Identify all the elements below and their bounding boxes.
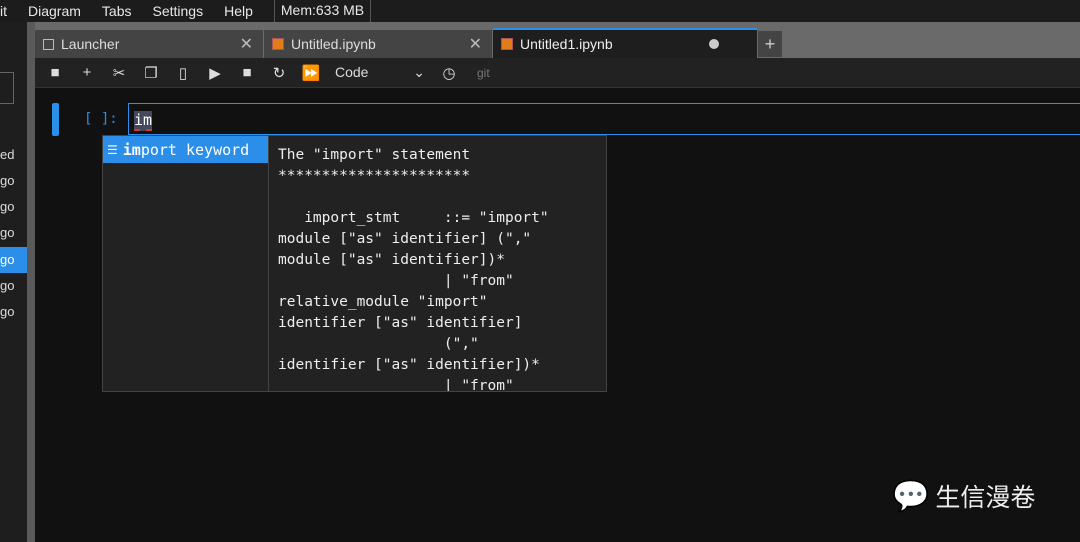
cell-type-select[interactable]: Code ⌄ bbox=[335, 64, 425, 81]
close-icon[interactable]: ✕ bbox=[469, 34, 482, 54]
chevron-down-icon: ⌄ bbox=[413, 64, 425, 80]
file-item[interactable]: go bbox=[0, 220, 27, 246]
run-all-icon[interactable]: ⏩ bbox=[295, 64, 327, 82]
file-browser: ed go go go go go go bbox=[0, 22, 27, 542]
tab-untitled1[interactable]: Untitled1.ipynb bbox=[493, 28, 757, 58]
launcher-icon bbox=[43, 38, 54, 50]
file-item[interactable]: go bbox=[0, 194, 27, 220]
file-item[interactable]: go bbox=[0, 273, 27, 299]
completion-item[interactable]: ☰ im port keyword bbox=[103, 136, 268, 163]
clock-icon[interactable]: ◷ bbox=[433, 64, 465, 82]
file-item-selected[interactable]: go bbox=[0, 247, 27, 273]
watermark-text: 生信漫卷 bbox=[935, 484, 1036, 512]
copy-icon[interactable]: ❐ bbox=[135, 64, 167, 82]
keyword-icon: ☰ bbox=[107, 142, 118, 157]
completion-list: ☰ im port keyword bbox=[103, 136, 269, 391]
active-cell-indicator bbox=[52, 103, 59, 136]
watermark: 💬 生信漫卷 bbox=[892, 478, 1035, 514]
notebook-toolbar: ■ + ✂ ❐ ▯ ▶ ■ ↻ ⏩ Code ⌄ ◷ git bbox=[35, 58, 1080, 88]
completion-match: im bbox=[122, 140, 141, 159]
menu-bar: it Diagram Tabs Settings Help Mem:633 MB bbox=[0, 0, 1080, 22]
cell-prompt: [ ]: bbox=[84, 111, 118, 127]
new-tab-button[interactable]: + bbox=[758, 31, 782, 57]
menu-settings[interactable]: Settings bbox=[152, 3, 203, 19]
cell-type-value: Code bbox=[335, 64, 369, 80]
file-column-header[interactable]: ed bbox=[0, 142, 27, 168]
menu-edit[interactable]: it bbox=[0, 3, 7, 19]
tab-label: Launcher bbox=[61, 36, 120, 52]
completion-rest: port bbox=[140, 140, 177, 159]
git-button[interactable]: git bbox=[477, 66, 490, 80]
tab-launcher[interactable]: Launcher ✕ bbox=[35, 30, 263, 58]
file-item[interactable]: go bbox=[0, 168, 27, 194]
search-icon[interactable] bbox=[0, 72, 14, 104]
menu-help[interactable]: Help bbox=[224, 3, 253, 19]
save-icon[interactable]: ■ bbox=[39, 64, 71, 81]
tab-bar: Launcher ✕ Untitled.ipynb ✕ Untitled1.ip… bbox=[35, 22, 1080, 58]
stop-icon[interactable]: ■ bbox=[231, 64, 263, 81]
unsaved-dot-icon[interactable] bbox=[709, 39, 719, 49]
add-cell-icon[interactable]: + bbox=[71, 64, 103, 81]
tab-label: Untitled1.ipynb bbox=[520, 36, 613, 52]
notebook-icon bbox=[272, 38, 284, 50]
restart-icon[interactable]: ↻ bbox=[263, 64, 295, 82]
menu-diagram[interactable]: Diagram bbox=[28, 3, 81, 19]
wechat-icon: 💬 bbox=[892, 479, 930, 513]
close-icon[interactable]: ✕ bbox=[240, 34, 253, 54]
cut-icon[interactable]: ✂ bbox=[103, 64, 135, 82]
code-cell-editor[interactable]: im bbox=[128, 103, 1080, 135]
completion-type: keyword bbox=[185, 140, 250, 159]
tab-untitled[interactable]: Untitled.ipynb ✕ bbox=[264, 30, 492, 58]
completion-documentation: The "import" statement *****************… bbox=[278, 147, 549, 391]
file-item[interactable]: go bbox=[0, 299, 27, 325]
completer-popup: ☰ im port keyword The "import" statement … bbox=[102, 135, 607, 392]
menu-tabs[interactable]: Tabs bbox=[102, 3, 132, 19]
memory-usage: Mem:633 MB bbox=[273, 0, 372, 22]
tab-label: Untitled.ipynb bbox=[291, 36, 376, 52]
run-icon[interactable]: ▶ bbox=[199, 64, 231, 82]
panel-splitter[interactable] bbox=[27, 22, 35, 542]
cell-code: im bbox=[134, 111, 153, 131]
notebook-icon bbox=[501, 38, 513, 50]
paste-icon[interactable]: ▯ bbox=[167, 64, 199, 82]
